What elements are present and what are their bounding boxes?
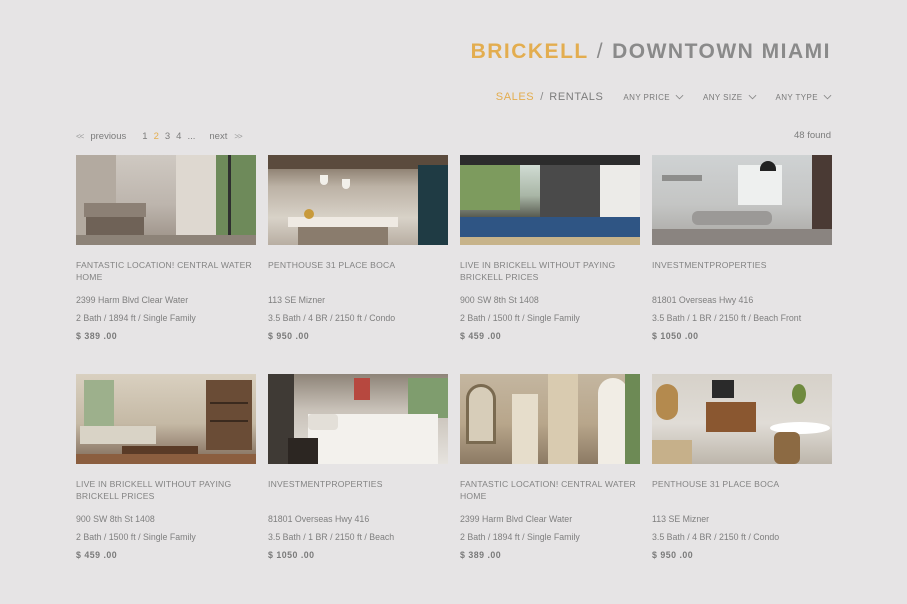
listing-photo[interactable]	[652, 374, 832, 464]
size-filter-label: ANY SIZE	[703, 92, 743, 102]
pagination: << previous 1 2 3 4 ... next >>	[76, 130, 243, 142]
listing-card[interactable]: FANTASTIC LOCATION! CENTRAL WATER HOME 2…	[460, 374, 640, 575]
listing-photo[interactable]	[76, 155, 256, 245]
listing-card[interactable]: LIVE IN BRICKELL WITHOUT PAYING BRICKELL…	[76, 374, 256, 575]
listing-title[interactable]: LIVE IN BRICKELL WITHOUT PAYING BRICKELL…	[460, 259, 640, 283]
listing-details: 2 Bath / 1500 ft / Single Family	[76, 532, 196, 542]
listing-card[interactable]: PENTHOUSE 31 PLACE BOCA 113 SE Mizner 3.…	[652, 374, 832, 575]
listing-details: 2 Bath / 1894 ft / Single Family	[76, 313, 196, 323]
listing-card[interactable]: LIVE IN BRICKELL WITHOUT PAYING BRICKELL…	[460, 155, 640, 356]
listing-address: 2399 Harm Blvd Clear Water	[76, 295, 189, 305]
listing-address: 113 SE Mizner	[652, 514, 710, 524]
pagination-ellipsis: ...	[187, 130, 196, 142]
city-accent: BRICKELL	[470, 40, 589, 63]
listing-details: 3.5 Bath / 4 BR / 2150 ft / Condo	[652, 532, 780, 542]
listing-photo[interactable]	[460, 374, 640, 464]
page-link-3[interactable]: 3	[165, 131, 170, 142]
listing-address: 900 SW 8th St 1408	[460, 295, 539, 305]
page-link-2[interactable]: 2	[154, 131, 159, 142]
price-filter-dropdown[interactable]: ANY PRICE	[623, 93, 684, 102]
listing-price: $ 389 .00	[460, 550, 502, 560]
title-separator: /	[596, 40, 605, 63]
price-filter-label: ANY PRICE	[623, 92, 670, 102]
listing-price: $ 1050 .00	[268, 550, 315, 560]
filter-bar: SALES / RENTALS ANY PRICE ANY SIZE ANY T…	[496, 90, 832, 104]
next-arrows-icon[interactable]: >>	[234, 132, 242, 141]
chevron-down-icon	[823, 94, 832, 100]
city-name: DOWNTOWN MIAMI	[612, 40, 831, 63]
listing-title[interactable]: LIVE IN BRICKELL WITHOUT PAYING BRICKELL…	[76, 478, 256, 502]
listing-title[interactable]: INVESTMENTPROPERTIES	[268, 478, 448, 490]
listing-title[interactable]: PENTHOUSE 31 PLACE BOCA	[268, 259, 448, 271]
listing-card[interactable]: PENTHOUSE 31 PLACE BOCA 113 SE Mizner 3.…	[268, 155, 448, 356]
listing-photo[interactable]	[268, 155, 448, 245]
listing-address: 81801 Overseas Hwy 416	[268, 514, 370, 524]
listing-details: 3.5 Bath / 1 BR / 2150 ft / Beach	[268, 532, 395, 542]
listing-card[interactable]: INVESTMENTPROPERTIES 81801 Overseas Hwy …	[268, 374, 448, 575]
previous-link[interactable]: previous	[90, 131, 126, 142]
listing-address: 900 SW 8th St 1408	[76, 514, 155, 524]
listing-title[interactable]: FANTASTIC LOCATION! CENTRAL WATER HOME	[76, 259, 256, 283]
listing-price: $ 459 .00	[460, 331, 502, 341]
page-link-1[interactable]: 1	[142, 131, 147, 142]
listing-price: $ 459 .00	[76, 550, 118, 560]
listing-title[interactable]: PENTHOUSE 31 PLACE BOCA	[652, 478, 832, 490]
results-count: 48 found	[794, 130, 831, 141]
listing-price: $ 1050 .00	[652, 331, 699, 341]
page-link-4[interactable]: 4	[176, 131, 181, 142]
type-filter-dropdown[interactable]: ANY TYPE	[776, 93, 832, 102]
listing-price: $ 389 .00	[76, 331, 118, 341]
listing-title[interactable]: FANTASTIC LOCATION! CENTRAL WATER HOME	[460, 478, 640, 502]
listing-details: 3.5 Bath / 4 BR / 2150 ft / Condo	[268, 313, 396, 323]
listing-price: $ 950 .00	[652, 550, 694, 560]
listings-grid: FANTASTIC LOCATION! CENTRAL WATER HOME 2…	[76, 155, 832, 575]
listing-photo[interactable]	[652, 155, 832, 245]
size-filter-dropdown[interactable]: ANY SIZE	[703, 93, 757, 102]
listing-title[interactable]: INVESTMENTPROPERTIES	[652, 259, 832, 271]
listing-details: 3.5 Bath / 1 BR / 2150 ft / Beach Front	[652, 313, 802, 323]
chevron-down-icon	[748, 94, 756, 100]
tab-rentals[interactable]: RENTALS	[549, 91, 603, 103]
tab-separator: /	[540, 91, 544, 103]
tab-sales[interactable]: SALES	[496, 91, 534, 103]
listing-card[interactable]: FANTASTIC LOCATION! CENTRAL WATER HOME 2…	[76, 155, 256, 356]
listing-details: 2 Bath / 1894 ft / Single Family	[460, 532, 580, 542]
listing-address: 2399 Harm Blvd Clear Water	[460, 514, 573, 524]
listing-photo[interactable]	[460, 155, 640, 245]
listing-address: 81801 Overseas Hwy 416	[652, 295, 754, 305]
type-filter-label: ANY TYPE	[775, 92, 818, 102]
prev-arrows-icon[interactable]: <<	[76, 132, 84, 141]
page-title: BRICKELL / DOWNTOWN MIAMI	[471, 40, 831, 64]
next-link[interactable]: next	[209, 131, 227, 142]
listing-photo[interactable]	[268, 374, 448, 464]
listing-type-tabs: SALES / RENTALS	[496, 91, 604, 103]
listing-details: 2 Bath / 1500 ft / Single Family	[460, 313, 580, 323]
listing-price: $ 950 .00	[268, 331, 310, 341]
listing-photo[interactable]	[76, 374, 256, 464]
chevron-down-icon	[675, 94, 684, 100]
listing-address: 113 SE Mizner	[268, 295, 326, 305]
listing-card[interactable]: INVESTMENTPROPERTIES 81801 Overseas Hwy …	[652, 155, 832, 356]
